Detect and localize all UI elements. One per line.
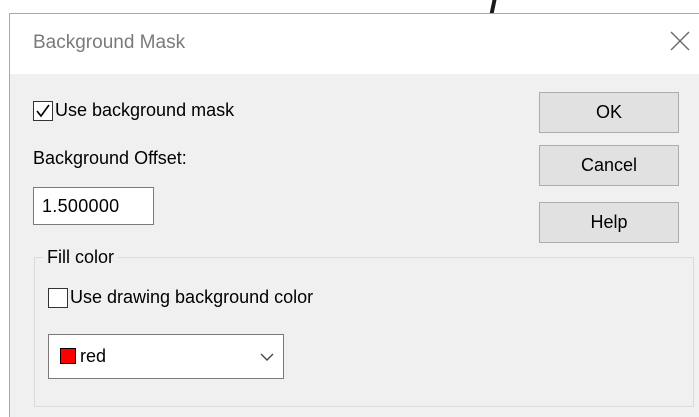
background-mark bbox=[489, 0, 497, 14]
use-drawing-background-color-checkbox[interactable]: Use drawing background color bbox=[48, 287, 313, 308]
selected-color-label: red bbox=[80, 346, 107, 366]
background-mask-dialog: Background Mask Use background mask Back… bbox=[9, 13, 699, 417]
ok-button[interactable]: OK bbox=[539, 92, 679, 133]
checkmark-icon bbox=[36, 104, 50, 117]
fill-color-group-label: Fill color bbox=[43, 247, 119, 268]
checkbox-box[interactable] bbox=[33, 100, 53, 121]
checkbox-box[interactable] bbox=[48, 287, 68, 308]
use-drawing-background-color-label: Use drawing background color bbox=[70, 287, 314, 307]
title-bar: Background Mask bbox=[10, 14, 699, 74]
background-offset-label: Background Offset: bbox=[33, 148, 187, 168]
help-button[interactable]: Help bbox=[539, 202, 679, 243]
dialog-title: Background Mask bbox=[33, 32, 186, 53]
chevron-down-icon bbox=[260, 353, 274, 361]
cancel-button[interactable]: Cancel bbox=[539, 145, 679, 186]
close-icon[interactable] bbox=[667, 28, 699, 60]
fill-color-dropdown[interactable]: red bbox=[48, 334, 284, 379]
background-offset-input[interactable] bbox=[33, 187, 154, 225]
screen: Background Mask Use background mask Back… bbox=[0, 0, 699, 417]
use-background-mask-label: Use background mask bbox=[55, 100, 235, 120]
color-swatch bbox=[60, 348, 76, 364]
use-background-mask-checkbox[interactable]: Use background mask bbox=[33, 100, 234, 121]
fill-color-group bbox=[34, 257, 694, 407]
